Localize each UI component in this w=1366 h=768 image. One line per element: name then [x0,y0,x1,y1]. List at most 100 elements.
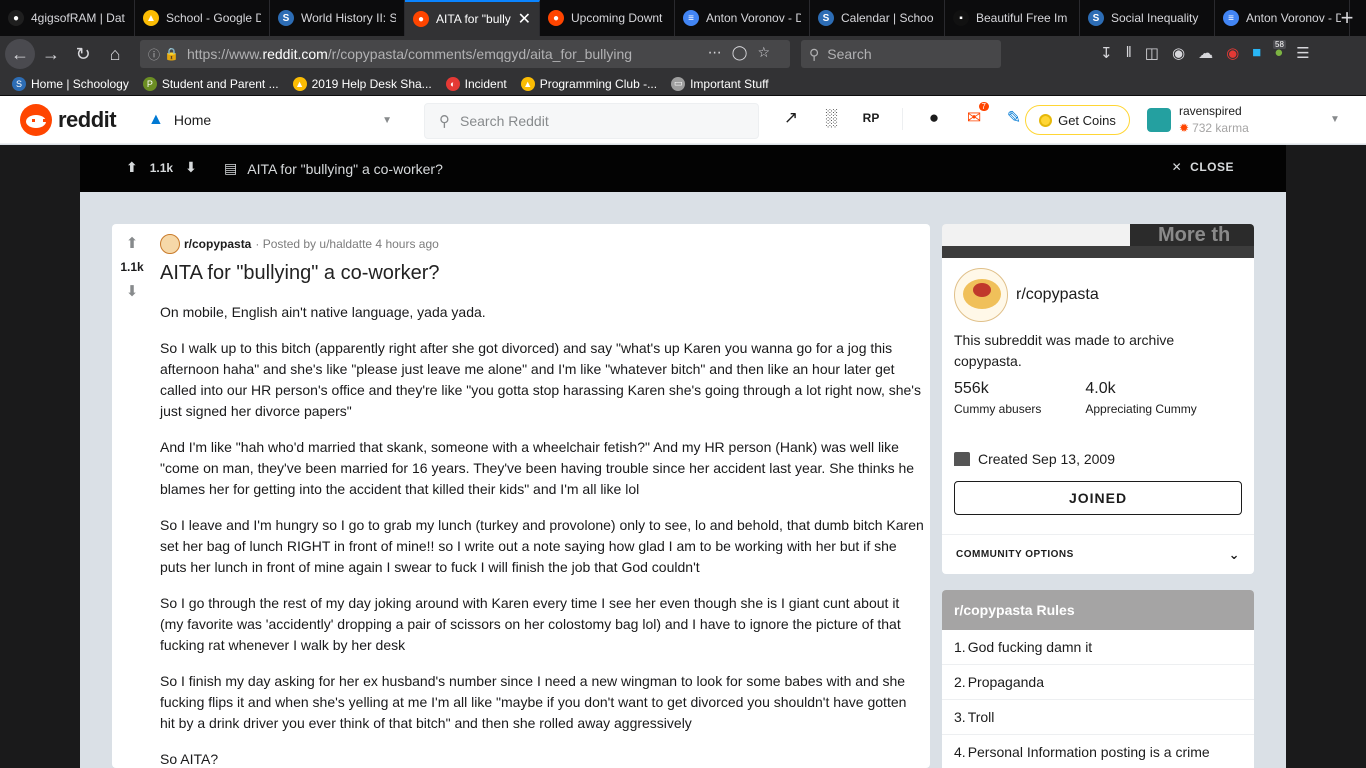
community-options[interactable]: COMMUNITY OPTIONS ⌄ [942,534,1254,574]
rules-card: r/copypasta Rules 1. God fucking damn it 2… [942,590,1254,768]
bookmark-icon: ▲ [292,76,307,91]
rule-item[interactable]: 3. Troll [942,700,1254,735]
create-post-icon[interactable]: ✎ [1005,108,1023,128]
home-icon[interactable]: ⌂ [99,38,131,70]
new-tab-button[interactable]: + [1332,0,1362,36]
browser-tab[interactable]: S Social Inequality [1080,0,1215,36]
bookmark-label: Important Stuff [690,76,769,91]
karma-count: ✹ 732 karma [1179,121,1249,135]
vote-column: ⬆ 1.1k ⬇ [112,234,152,300]
rule-item[interactable]: 2. Propaganda [942,665,1254,700]
browser-tab-bar: ● 4gigsofRAM | Dat ▲ School - Google D S Worl… [0,0,1366,36]
bookmark-label: Student and Parent ... [161,76,279,91]
upvote-icon[interactable]: ⬆ [126,234,139,252]
reddit-header: reddit ▲ Home ▼ ⚲ Search Reddit ↗ ░ RP ●… [0,96,1366,144]
info-icon[interactable]: ⓘ [148,46,160,63]
trending-icon[interactable]: ↗ [782,108,800,128]
tab-label: AITA for "bully [436,12,511,26]
bookmark-item[interactable]: ◐ Incident [445,76,507,91]
rule-item[interactable]: 1. God fucking damn it [942,630,1254,665]
tab-label: Beautiful Free Im [976,11,1068,25]
downvote-icon[interactable]: ⬇ [126,282,139,300]
stats-icon[interactable]: ░ [822,108,840,128]
community-options-label: COMMUNITY OPTIONS [956,549,1074,560]
browser-tab[interactable]: ≡ Anton Voronov - D [1215,0,1350,36]
tab-label: Anton Voronov - D [706,11,801,25]
post-paragraph: And I'm like "hah who'd married that ska… [160,439,915,497]
upvote-icon[interactable]: ⬆ [126,159,138,176]
reload-icon[interactable]: ↻ [67,38,99,70]
page-actions-icon[interactable]: ⋯◯☆ [708,44,780,61]
user-menu[interactable]: ravenspired ✹ 732 karma [1147,104,1249,135]
bookmark-icon: S [12,76,26,91]
browser-tab[interactable]: ▪ Beautiful Free Im [945,0,1080,36]
account-icon[interactable]: ◉ [1172,44,1185,62]
menu-icon[interactable]: ☰ [1296,44,1309,62]
members-count: 556k [954,380,989,397]
reddit-wordmark: reddit [58,107,117,132]
chat-icon[interactable]: ● [925,108,943,128]
tab-label: 4gigsofRAM | Dat [31,11,125,25]
post-overlay-bar: ⬆ 1.1k ⬇ ▤ AITA for "bullying" a co-work… [80,145,1286,192]
get-coins-button[interactable]: Get Coins [1025,105,1130,135]
browser-tab[interactable]: ● AITA for "bully ✕ [405,0,540,36]
karma-icon: ✹ [1179,121,1190,135]
banner-toolbar [942,246,1254,258]
sidebar-icon[interactable]: ◫ [1145,44,1159,62]
overlay-vote: ⬆ 1.1k ⬇ [126,159,197,176]
shield-extension-icon[interactable]: ◉ [1226,44,1239,62]
stack-extension-icon[interactable]: ■ [1252,44,1261,62]
banner-text: More th [1130,224,1254,246]
community-name[interactable]: r/copypasta [1016,286,1099,304]
library-icon[interactable]: ‖ [1126,44,1132,62]
forward-icon[interactable]: → [35,38,67,70]
back-icon[interactable]: ← [5,39,35,69]
bookmark-item[interactable]: ▲ 2019 Help Desk Sha... [292,76,432,91]
notifications-icon[interactable]: ✉ 7 [965,102,989,128]
post-paragraph: So I walk up to this bitch (apparently r… [160,340,921,419]
bookmark-item[interactable]: ▭ Important Stuff [671,76,769,91]
rule-text: Propaganda [967,674,1044,690]
close-icon: ✕ [1171,160,1183,174]
post-body: On mobile, English ain't native language… [160,302,924,768]
rpan-icon[interactable]: RP [862,108,880,128]
chevron-down-icon: ⌄ [1228,546,1240,562]
reddit-search-input[interactable]: ⚲ Search Reddit [424,103,759,139]
browser-tab[interactable]: S World History II: S [270,0,405,36]
tab-close-icon[interactable]: ✕ [518,9,531,29]
bookmark-label: Programming Club -... [539,76,658,91]
members-label: Cummy abusers [954,402,1042,416]
home-dropdown[interactable]: ▲ Home ▼ [148,108,398,132]
browser-tab[interactable]: ● 4gigsofRAM | Dat [0,0,135,36]
browser-nav-bar: ← → ↻ ⌂ ⓘ 🔒 https://www. reddit.com/r/cop… [0,36,1366,72]
post-card: ⬆ 1.1k ⬇ r/copypasta · Posted by u/halda… [112,224,930,768]
coin-icon [1039,113,1053,127]
bookmark-item[interactable]: ▲ Programming Club -... [520,76,658,91]
rule-number: 4. [954,744,966,760]
reddit-logo[interactable]: reddit [20,104,117,136]
browser-tab[interactable]: ● Upcoming Downt [540,0,675,36]
post-score: 1.1k [120,260,144,274]
subreddit-link[interactable]: r/copypasta [184,237,251,251]
username: ravenspired [1179,104,1242,118]
lock-icon[interactable]: 🔒 [164,47,179,61]
rule-text: Personal Information posting is a crime [967,744,1210,760]
close-button[interactable]: ✕ CLOSE [1172,160,1234,174]
bookmark-icon: ▲ [520,76,535,91]
subreddit-icon[interactable] [160,234,180,254]
divider [902,108,903,130]
joined-button[interactable]: JOINED [954,481,1242,515]
browser-tab[interactable]: ≡ Anton Voronov - D [675,0,810,36]
user-chevron-down-icon[interactable]: ▼ [1330,114,1340,125]
url-bar[interactable]: ⓘ 🔒 https://www. reddit.com/r/copypasta/c… [140,40,790,68]
bookmark-item[interactable]: S Home | Schoology [12,76,129,91]
downvote-icon[interactable]: ⬇ [185,159,197,176]
browser-tab[interactable]: ▲ School - Google D [135,0,270,36]
rule-item[interactable]: 4. Personal Information posting is a crim… [942,735,1254,768]
bookmark-item[interactable]: P Student and Parent ... [142,76,279,91]
browser-tab[interactable]: S Calendar | Schoo [810,0,945,36]
browser-search-input[interactable]: ⚲ Search [801,40,1001,68]
community-icon [954,268,1008,322]
extension-icon[interactable]: ☁ [1198,44,1213,62]
download-icon[interactable]: ↧ [1100,44,1113,62]
